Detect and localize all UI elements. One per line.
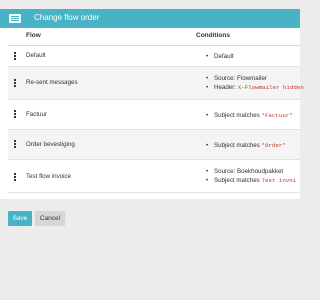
drag-handle-icon[interactable] <box>14 79 16 87</box>
save-button[interactable]: Save <box>8 211 32 226</box>
condition-code: *Factuur* <box>261 112 293 119</box>
table-row[interactable]: Test flow invoice Source: Boekhoudpakket… <box>8 160 300 193</box>
condition-text: Header: <box>214 84 238 91</box>
dialog-buttons: Save Cancel <box>8 211 65 226</box>
condition-text: Source: Boekhoudpakket <box>214 168 284 175</box>
conditions-list: Source: Flowmailer Header: X-Flowmailer … <box>204 74 304 92</box>
condition-code: Test invoi <box>261 177 297 184</box>
condition-item: Subject matches *Order* <box>204 141 286 150</box>
table-row[interactable]: Order bevestiging Subject matches *Order… <box>8 130 300 160</box>
table-row[interactable]: Factuur Subject matches *Factuur* <box>8 100 300 130</box>
flow-name: Test flow invoice <box>26 173 72 180</box>
column-header-flow: Flow <box>26 32 41 39</box>
table-row[interactable]: Re-sent messages Source: Flowmailer Head… <box>8 67 304 100</box>
condition-code: X-Flowmailer hidden <box>237 84 304 91</box>
condition-text: Source: Flowmailer <box>214 75 267 82</box>
column-header-conditions: Conditions <box>196 32 230 39</box>
flow-name: Default <box>26 52 46 59</box>
flow-name: Order bevestiging <box>26 141 75 148</box>
flow-name: Re-sent messages <box>26 79 78 86</box>
drag-handle-icon[interactable] <box>14 140 16 148</box>
dialog-header: Change flow order <box>0 9 300 28</box>
drag-handle-icon[interactable] <box>14 52 16 60</box>
dialog-title: Change flow order <box>34 13 100 22</box>
condition-code: *Order* <box>261 142 286 149</box>
condition-text: Default <box>214 53 234 60</box>
list-icon <box>9 14 21 23</box>
condition-text: Subject matches <box>214 177 262 184</box>
change-flow-order-dialog: Change flow order Flow Conditions Defaul… <box>0 9 304 199</box>
conditions-list: Subject matches *Order* <box>204 141 286 150</box>
flow-name: Factuur <box>26 111 47 118</box>
condition-item: Header: X-Flowmailer hidden <box>204 83 304 92</box>
table-header: Flow Conditions <box>8 28 300 46</box>
drag-handle-icon[interactable] <box>14 110 16 118</box>
conditions-list: Default <box>204 52 234 61</box>
condition-text: Subject matches <box>214 142 262 149</box>
flow-table: Flow Conditions Default Default Re-sent … <box>8 28 304 193</box>
conditions-list: Subject matches *Factuur* <box>204 111 293 120</box>
condition-text: Subject matches <box>214 112 262 119</box>
conditions-list: Source: Boekhoudpakket Subject matches T… <box>204 167 296 185</box>
condition-item: Default <box>204 52 234 61</box>
condition-item: Subject matches *Factuur* <box>204 111 293 120</box>
condition-item: Source: Flowmailer <box>204 74 304 83</box>
table-row[interactable]: Default Default <box>8 46 300 67</box>
condition-item: Source: Boekhoudpakket <box>204 167 296 176</box>
cancel-button[interactable]: Cancel <box>35 211 65 226</box>
drag-handle-icon[interactable] <box>14 173 16 181</box>
condition-item: Subject matches Test invoi <box>204 176 296 185</box>
